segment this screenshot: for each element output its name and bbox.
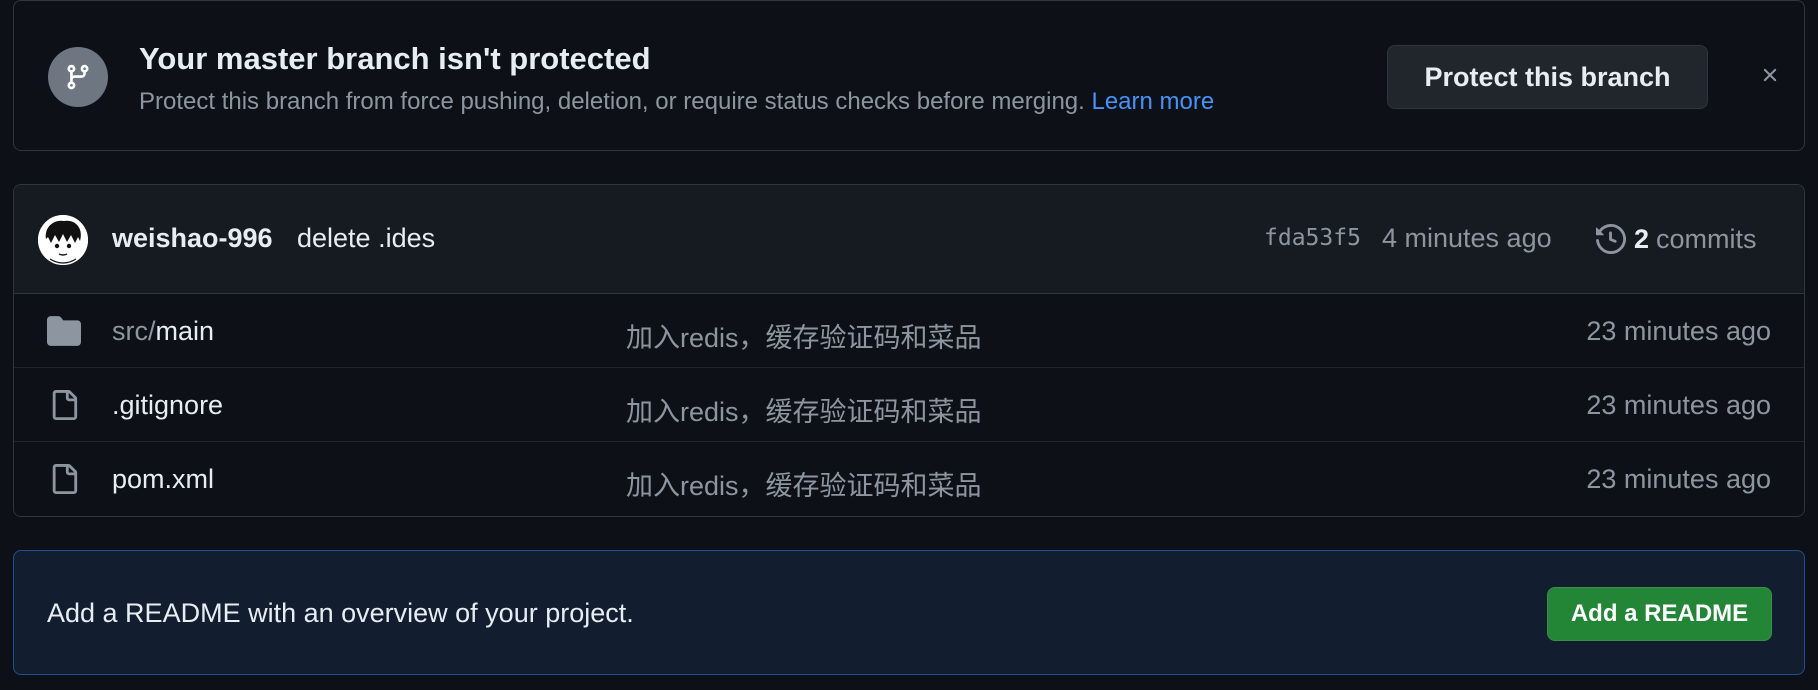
close-icon[interactable] [1754,59,1786,91]
protect-branch-button[interactable]: Protect this branch [1387,45,1708,109]
file-commit-time: 23 minutes ago [1586,390,1771,420]
banner-description: Protect this branch from force pushing, … [139,88,1214,116]
table-row[interactable]: src/main 加入redis，缓存验证码和菜品 23 minutes ago [14,294,1804,368]
folder-icon [47,315,81,347]
banner-description-text: Protect this branch from force pushing, … [139,88,1085,115]
table-row[interactable]: pom.xml 加入redis，缓存验证码和菜品 23 minutes ago [14,442,1804,516]
commit-message[interactable]: delete .ides [297,223,435,254]
file-icon [47,389,81,421]
latest-commit-bar: weishao-996 delete .ides fda53f5 4 minut… [14,185,1804,294]
git-branch-icon [48,47,108,107]
commits-history-link[interactable]: 2 commits [1596,221,1757,257]
history-icon [1596,224,1626,254]
commit-count: 2 [1634,223,1650,254]
folder-name: main [155,316,215,346]
file-commit-message[interactable]: 加入redis，缓存验证码和菜品 [626,316,982,355]
file-commit-time: 23 minutes ago [1586,464,1771,494]
file-browser: weishao-996 delete .ides fda53f5 4 minut… [13,184,1805,517]
file-commit-time: 23 minutes ago [1586,316,1771,346]
folder-path-prefix: src/ [112,316,156,346]
commits-label: commits [1656,223,1757,254]
table-row[interactable]: .gitignore 加入redis，缓存验证码和菜品 23 minutes a… [14,368,1804,442]
file-commit-message[interactable]: 加入redis，缓存验证码和菜品 [626,464,982,503]
avatar[interactable] [38,215,88,265]
file-name[interactable]: pom.xml [112,464,214,495]
banner-title: Your master branch isn't protected [139,41,651,76]
commit-hash[interactable]: fda53f5 [1264,225,1361,251]
file-commit-message[interactable]: 加入redis，缓存验证码和菜品 [626,390,982,429]
branch-protection-banner: Your master branch isn't protected Prote… [13,0,1805,151]
learn-more-link[interactable]: Learn more [1091,88,1214,115]
add-readme-prompt: Add a README with an overview of your pr… [13,550,1805,675]
commit-author[interactable]: weishao-996 [112,223,273,254]
add-readme-button[interactable]: Add a README [1547,587,1772,641]
file-name[interactable]: src/main [112,316,214,347]
file-name[interactable]: .gitignore [112,390,223,421]
commit-time: 4 minutes ago [1382,223,1552,253]
file-icon [47,463,81,495]
readme-prompt-text: Add a README with an overview of your pr… [47,598,634,628]
